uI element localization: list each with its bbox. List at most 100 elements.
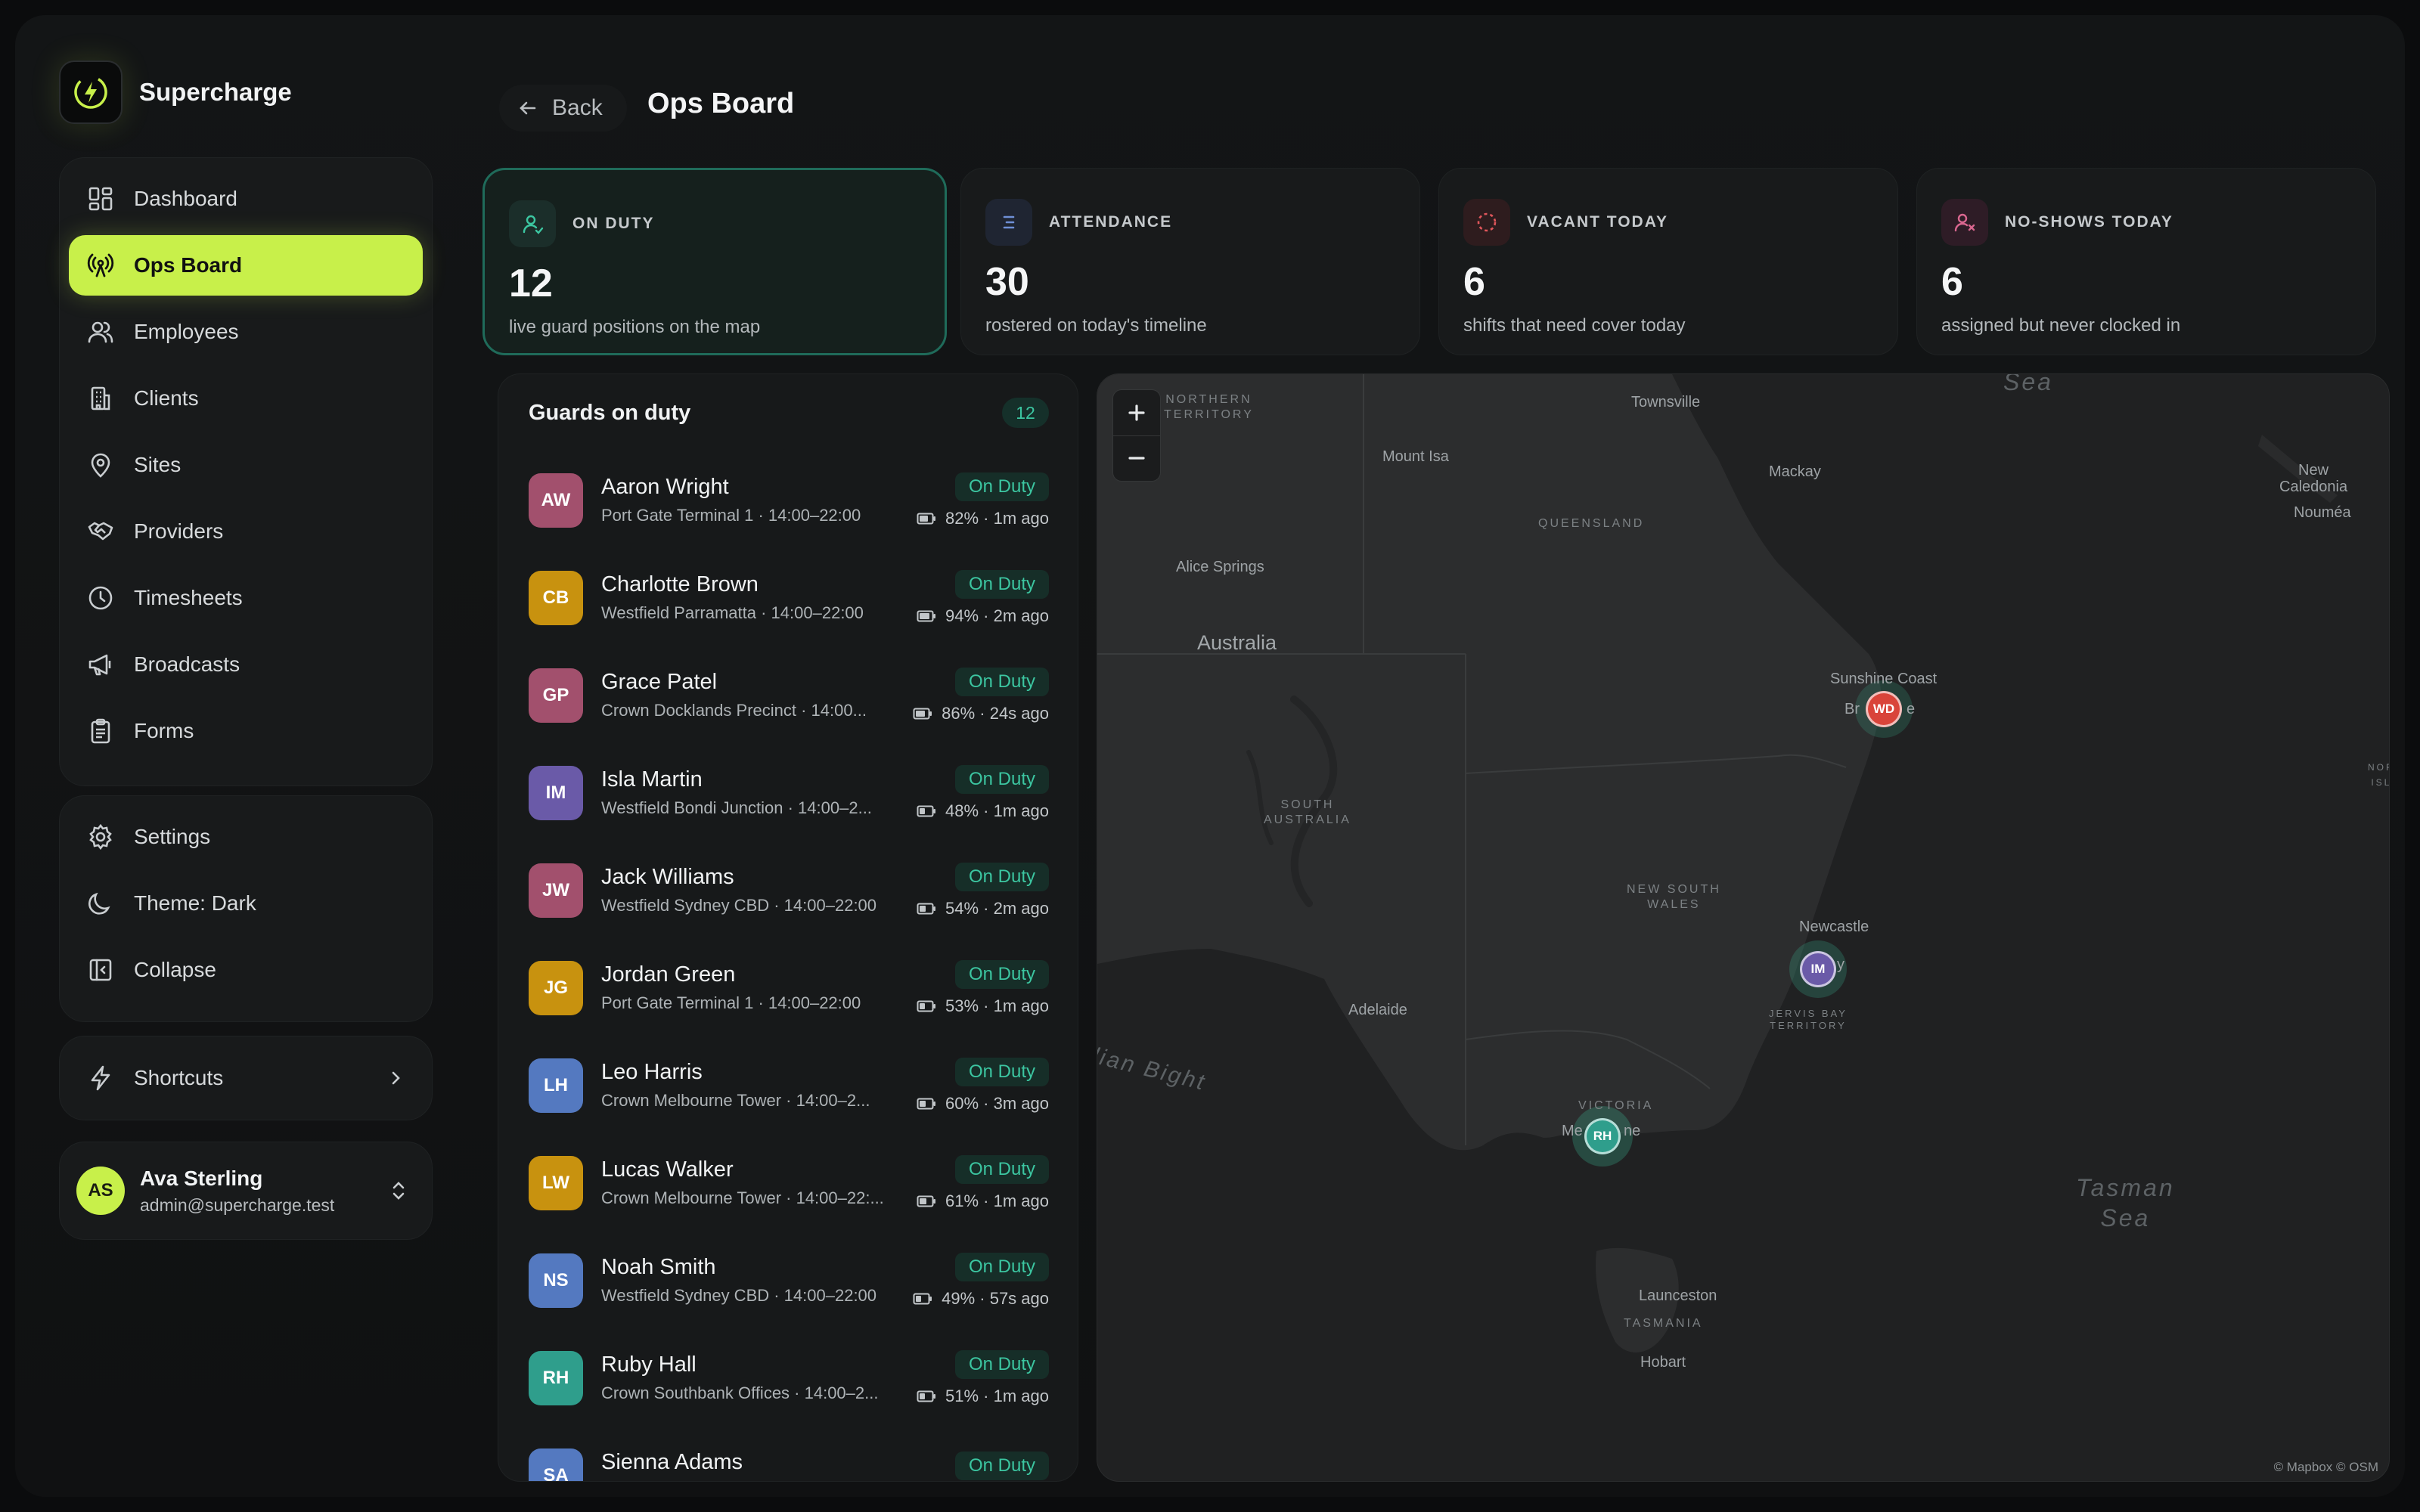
dashboard-icon [88,187,113,211]
sidebar-item-providers[interactable]: Providers [69,501,423,562]
sidebar-item-timesheets[interactable]: Timesheets [69,568,423,628]
megaphone-icon [88,654,111,676]
guard-avatar: NS [529,1253,583,1308]
sidebar-item-clients[interactable]: Clients [69,368,423,429]
guard-list-item[interactable]: LW Lucas Walker Crown Melbourne Tower · 14… [498,1134,1078,1232]
battery-meta: 60% · 3m ago [917,1094,1049,1114]
status-badge: On Duty [954,1451,1049,1480]
map-label: New Caledonia [2279,462,2348,495]
stat-value: 6 [1941,260,1963,304]
guard-name: Ruby Hall [601,1352,697,1377]
brand[interactable]: Supercharge [59,60,292,124]
guard-site: Crown Southbank Offices · 14:00–2... [601,1383,879,1402]
list-icon [985,199,1032,246]
guard-list-item[interactable]: RH Ruby Hall Crown Southbank Offices · 14:… [498,1329,1078,1427]
guard-list-item[interactable]: JG Jordan Green Port Gate Terminal 1 · 14:… [498,939,1078,1036]
sidebar-item-settings[interactable]: Settings [69,807,423,867]
guard-list-item[interactable]: NS Noah Smith Westfield Sydney CBD · 14:00… [498,1232,1078,1329]
sidebar-item-sites[interactable]: Sites [69,435,423,495]
arrow-left-icon [520,101,536,115]
battery-status-text: 60% · 3m ago [945,1093,1049,1113]
guard-name: Jack Williams [601,865,734,889]
guard-list-item[interactable]: AW Aaron Wright Port Gate Terminal 1 · 14:… [498,451,1078,549]
map-label: NEW SOUTH WALES [1627,883,1721,911]
guard-list-item[interactable]: LH Leo Harris Crown Melbourne Tower · 14:0… [498,1036,1078,1134]
map-label: JERVIS BAY TERRITORY [1769,1008,1848,1031]
zoom-in-button[interactable] [1113,390,1160,435]
guard-avatar: RH [529,1350,583,1405]
gear-icon [89,823,112,850]
guard-avatar: JW [529,863,583,918]
sidebar-item-employees[interactable]: Employees [69,302,423,362]
battery-status-text: 49% · 57s ago [942,1288,1049,1308]
map-label: Mount Isa [1382,448,1449,465]
map-label: NORTHERN TERRITORY [1164,393,1254,421]
stat-label: VACANT TODAY [1527,213,1668,231]
guard-avatar: LH [529,1058,583,1113]
user-menu[interactable]: AS Ava Sterling admin@supercharge.test [59,1142,433,1240]
users-icon [88,321,113,343]
clipboard-icon [91,718,110,744]
map-label: TASMANIA [1624,1317,1703,1330]
sidebar-item-ops-board[interactable]: Ops Board [69,235,423,296]
sidebar-item-theme[interactable]: Theme: Dark [69,873,423,934]
guard-list-item[interactable]: CB Charlotte Brown Westfield Parramatta · … [498,549,1078,646]
zoom-out-button[interactable] [1113,436,1160,482]
guard-avatar: SA [529,1448,583,1481]
guard-list-item[interactable]: JW Jack Williams Westfield Sydney CBD · 14… [498,841,1078,939]
page-title: Ops Board [647,88,795,119]
battery-status-text: 86% · 24s ago [942,703,1049,723]
map-attribution: © Mapbox © OSM [2273,1460,2378,1474]
guard-name: Lucas Walker [601,1157,734,1182]
map-marker[interactable]: RH [1584,1118,1621,1154]
guard-site: Port Gate Terminal 2 · 14:00–22:00 [601,1481,904,1482]
guard-list-item[interactable]: GP Grace Patel Crown Docklands Precinct · … [498,646,1078,744]
battery-status-text: 61% · 1m ago [945,1191,1049,1210]
stat-card-no-shows[interactable]: NO-SHOWS TODAY 6 assigned but never cloc… [1916,168,2376,355]
battery-status-text: 54% · 2m ago [945,898,1049,918]
map-label: Nouméa [2294,504,2351,521]
stat-card-on-duty[interactable]: ON DUTY 12 live guard positions on the m… [482,168,947,355]
map-marker[interactable]: IM [1800,951,1836,987]
guard-list-item[interactable]: SA Sienna Adams Port Gate Terminal 2 · 14:… [498,1427,1078,1482]
battery-icon [917,1390,936,1402]
battery-status-text: 51% · 1m ago [945,1386,1049,1405]
back-button[interactable]: Back [499,85,627,132]
guard-name: Charlotte Brown [601,572,759,596]
status-badge: On Duty [954,862,1049,891]
map-label: Adelaide [1348,1002,1407,1018]
stat-card-vacant[interactable]: VACANT TODAY 6 shifts that need cover to… [1438,168,1898,355]
guard-site: Port Gate Terminal 1 · 14:00–22:00 [601,506,861,525]
sidebar-collapse-icon [89,959,112,981]
map-marker[interactable]: WD [1866,691,1902,727]
sidebar-item-label: Providers [134,519,224,543]
map-label: Sunshine Coast [1830,671,1938,687]
app-window: Supercharge Dashboard Ops Board Employee… [15,15,2405,1497]
handshake-icon [88,522,113,541]
sidebar-item-collapse[interactable]: Collapse [69,940,423,1000]
guard-avatar: IM [529,765,583,820]
battery-status-text: 94% · 2m ago [945,606,1049,625]
user-icon [509,200,556,247]
status-badge: On Duty [954,764,1049,794]
sidebar-main-nav: Dashboard Ops Board Employees Clients Si… [59,157,433,786]
sidebar-item-broadcasts[interactable]: Broadcasts [69,634,423,695]
status-badge: On Duty [954,667,1049,696]
map-label: ne [1624,1123,1641,1139]
stat-card-attendance[interactable]: ATTENDANCE 30 rostered on today's timeli… [960,168,1420,355]
guard-avatar: GP [529,668,583,723]
battery-status-text: 82% · 1m ago [945,508,1049,528]
guard-site: Westfield Sydney CBD · 14:00–22:00 [601,896,877,915]
map-label: NOR ISL [2368,762,2390,788]
guard-list-item[interactable]: IM Isla Martin Westfield Bondi Junction · … [498,744,1078,841]
broadcast-tower-icon [87,253,114,277]
guard-site: Crown Docklands Precinct · 14:00... [601,701,867,720]
map-label: Newcastle [1799,919,1869,935]
shortcuts-button[interactable]: Shortcuts [59,1036,433,1120]
sidebar-item-label: Collapse [134,958,216,981]
guard-site: Westfield Parramatta · 14:00–22:00 [601,603,864,622]
sidebar-item-dashboard[interactable]: Dashboard [69,169,423,229]
sidebar-secondary-nav: Settings Theme: Dark Collapse [59,795,433,1022]
sidebar-item-forms[interactable]: Forms [69,701,423,761]
map[interactable]: NORTHERN TERRITORY Townsville Sea Mount … [1097,373,2390,1482]
